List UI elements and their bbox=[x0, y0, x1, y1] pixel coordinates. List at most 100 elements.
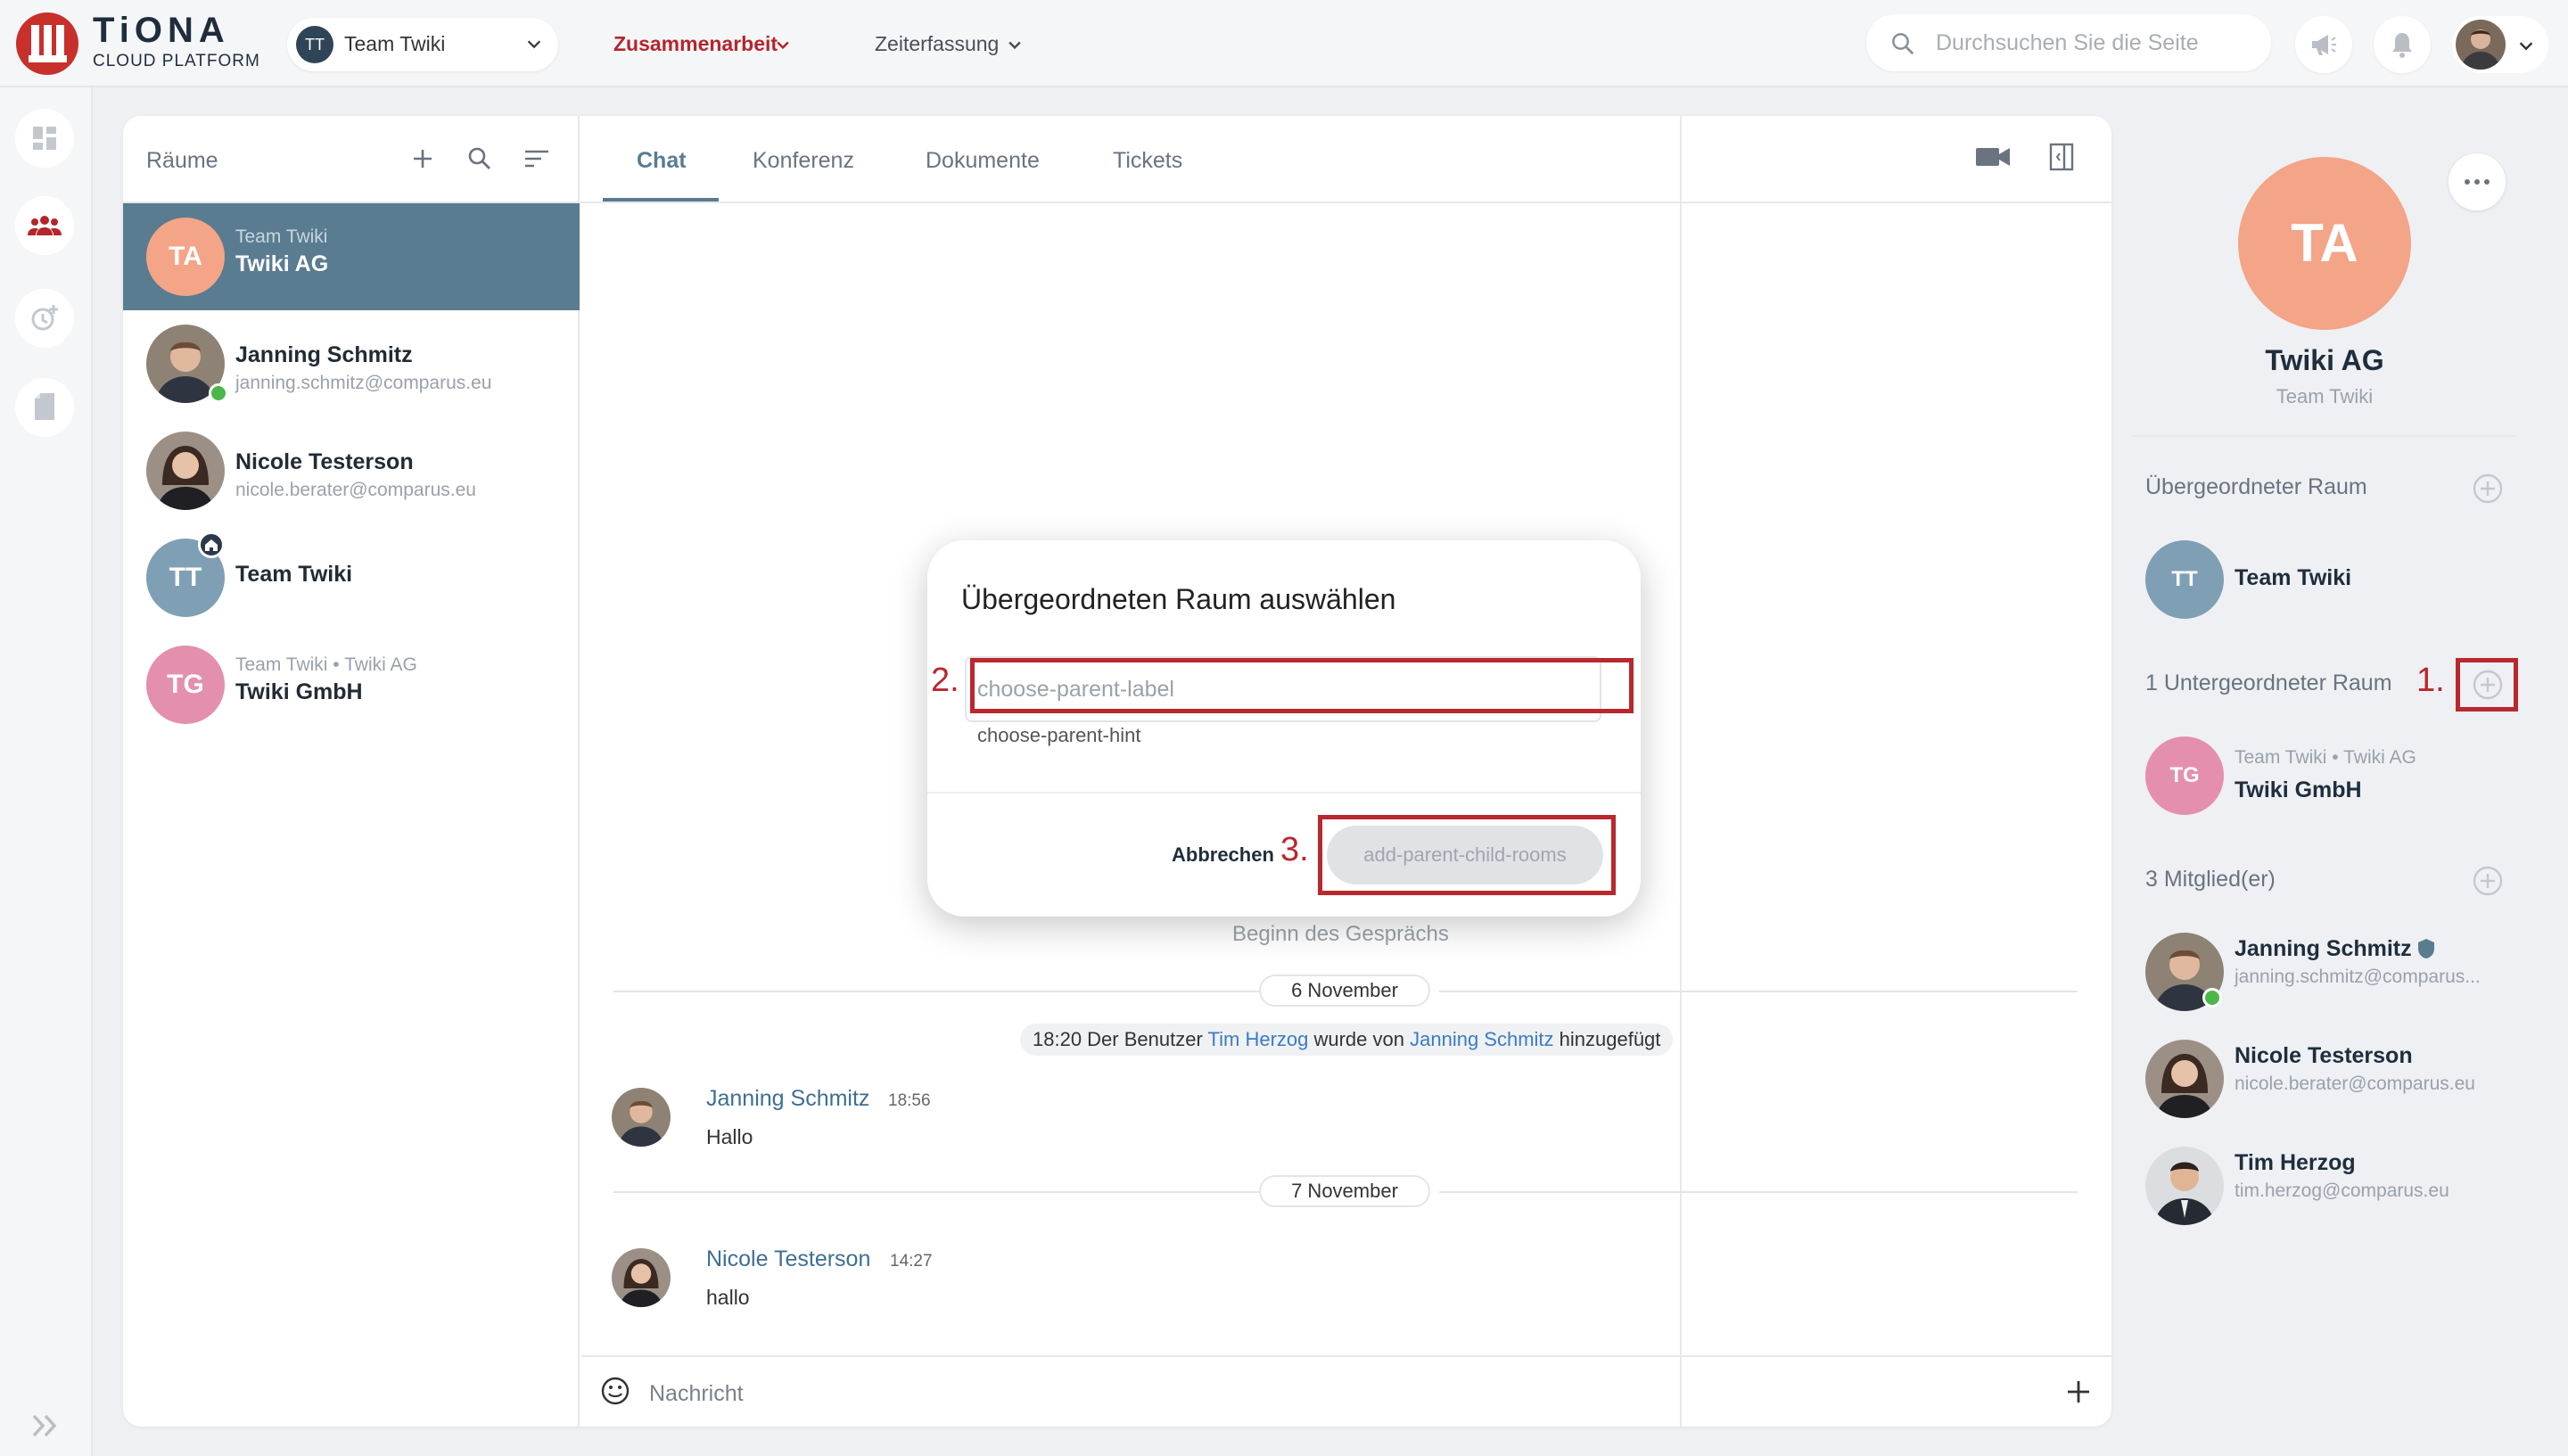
avatar bbox=[2145, 1040, 2224, 1118]
rail-documents[interactable] bbox=[15, 378, 74, 437]
room-email: janning.schmitz@comparus.eu bbox=[235, 373, 492, 393]
message-text: hallo bbox=[706, 1286, 750, 1309]
annotation-number: 1. bbox=[2416, 662, 2445, 699]
tab-konferenz[interactable]: Konferenz bbox=[753, 148, 854, 174]
nav-zeiterfassung[interactable]: Zeiterfassung bbox=[875, 32, 999, 56]
rail-collaboration[interactable] bbox=[15, 196, 74, 255]
divider bbox=[927, 792, 1641, 794]
message-text: Hallo bbox=[706, 1125, 753, 1148]
avatar bbox=[146, 432, 225, 510]
add-circle-icon[interactable] bbox=[2472, 473, 2504, 505]
system-message: 18:20 Der Benutzer Tim Herzog wurde von … bbox=[1020, 1024, 1674, 1056]
room-name: Twiki GmbH bbox=[235, 679, 363, 704]
logo-title: TiONA bbox=[93, 11, 230, 50]
divider bbox=[2133, 435, 2516, 437]
announcement-button[interactable] bbox=[2295, 16, 2352, 73]
system-message-text: wurde von bbox=[1308, 1028, 1411, 1050]
child-room-section-title: 1 Untergeordneter Raum bbox=[2145, 670, 2392, 695]
member-name[interactable]: Janning Schmitz bbox=[2235, 936, 2412, 962]
rail-dashboard[interactable] bbox=[15, 109, 74, 168]
divider bbox=[581, 1355, 2111, 1357]
user-menu[interactable] bbox=[2452, 16, 2548, 73]
team-select-label: Team Twiki bbox=[344, 32, 446, 55]
chevron-down-icon bbox=[527, 40, 541, 49]
video-call-icon[interactable] bbox=[1974, 141, 2012, 173]
add-icon[interactable] bbox=[407, 143, 439, 175]
rooms-title: Räume bbox=[146, 148, 218, 173]
message-author[interactable]: Nicole Testerson bbox=[706, 1246, 870, 1272]
parent-room-section-title: Übergeordneter Raum bbox=[2145, 474, 2367, 499]
add-icon[interactable] bbox=[2065, 1378, 2092, 1405]
tab-chat[interactable]: Chat bbox=[637, 148, 687, 174]
more-horizontal-icon bbox=[2465, 179, 2490, 185]
select-parent-dialog: Übergeordneten Raum auswählen 2. choose-… bbox=[927, 540, 1641, 917]
room-title: Twiki AG bbox=[2265, 344, 2384, 376]
logo-icon bbox=[16, 12, 78, 75]
home-icon bbox=[198, 531, 225, 558]
notifications-button[interactable] bbox=[2374, 16, 2431, 73]
message-input[interactable] bbox=[647, 1373, 1985, 1414]
divider bbox=[1680, 116, 1682, 1427]
logo-subtitle: CLOUD PLATFORM bbox=[93, 52, 260, 70]
chevron-down-icon bbox=[1008, 41, 1021, 50]
team-avatar: TT bbox=[296, 26, 333, 63]
child-room-team: Team Twiki • Twiki AG bbox=[2235, 747, 2416, 768]
room-item-janning-schmitz[interactable]: Janning Schmitz janning.schmitz@comparus… bbox=[123, 310, 580, 417]
cancel-button[interactable]: Abbrechen bbox=[1172, 843, 1274, 867]
members-section-title: 3 Mitglied(er) bbox=[2145, 867, 2276, 892]
tab-dokumente[interactable]: Dokumente bbox=[926, 148, 1040, 174]
chevron-down-icon bbox=[2519, 42, 2533, 51]
rooms-panel: Räume TA Team Twiki Twiki AG Janning Sch… bbox=[123, 116, 580, 1427]
date-pill: 7 November bbox=[1259, 1175, 1430, 1207]
annotation-number: 2. bbox=[931, 662, 959, 699]
user-link[interactable]: Tim Herzog bbox=[1208, 1028, 1309, 1050]
search-icon[interactable] bbox=[464, 143, 496, 175]
user-link[interactable]: Janning Schmitz bbox=[1410, 1028, 1553, 1050]
clock-add-icon bbox=[31, 305, 58, 331]
top-bar: TiONA CLOUD PLATFORM TT Team Twiki Zusam… bbox=[0, 0, 2568, 87]
team-select[interactable]: TT Team Twiki bbox=[287, 18, 558, 71]
member-name[interactable]: Nicole Testerson bbox=[2235, 1043, 2413, 1069]
tab-tickets[interactable]: Tickets bbox=[1113, 148, 1182, 174]
room-item-team-twiki[interactable]: TT Team Twiki bbox=[123, 524, 580, 631]
room-team: Team Twiki bbox=[2276, 385, 2374, 407]
room-item-twiki-gmbh[interactable]: TG Team Twiki • Twiki AG Twiki GmbH bbox=[123, 631, 580, 738]
side-panel-icon[interactable] bbox=[2045, 141, 2078, 173]
message-author[interactable]: Janning Schmitz bbox=[706, 1086, 869, 1112]
dialog-hint: choose-parent-hint bbox=[977, 724, 1141, 746]
add-circle-icon[interactable] bbox=[2472, 865, 2504, 897]
emoji-icon[interactable] bbox=[599, 1375, 631, 1407]
child-room-name[interactable]: Twiki GmbH bbox=[2235, 777, 2362, 803]
room-avatar: TT bbox=[2145, 540, 2224, 619]
more-options-button[interactable] bbox=[2449, 153, 2506, 210]
member-name[interactable]: Tim Herzog bbox=[2235, 1150, 2356, 1176]
double-chevron-right-icon[interactable] bbox=[30, 1412, 61, 1439]
room-item-nicole-testerson[interactable]: Nicole Testerson nicole.berater@comparus… bbox=[123, 417, 580, 524]
member-email: nicole.berater@comparus.eu bbox=[2235, 1073, 2475, 1094]
date-divider bbox=[613, 991, 1259, 992]
online-status-icon bbox=[209, 383, 228, 403]
bell-icon bbox=[2392, 33, 2412, 58]
room-item-twiki-ag[interactable]: TA Team Twiki Twiki AG bbox=[123, 203, 580, 310]
room-name: Nicole Testerson bbox=[235, 449, 414, 474]
room-team: Team Twiki • Twiki AG bbox=[235, 654, 417, 675]
add-parent-child-rooms-button[interactable]: add-parent-child-rooms bbox=[1327, 826, 1603, 884]
avatar bbox=[2145, 1147, 2224, 1225]
avatar bbox=[612, 1248, 671, 1307]
room-avatar-large: TA bbox=[2238, 157, 2411, 330]
system-message-text: 18:20 Der Benutzer bbox=[1033, 1028, 1208, 1050]
sort-icon[interactable] bbox=[521, 143, 553, 175]
dialog-title: Übergeordneten Raum auswählen bbox=[961, 583, 1396, 615]
parent-room-name[interactable]: Team Twiki bbox=[2235, 565, 2351, 591]
nav-zusammenarbeit[interactable]: Zusammenarbeit bbox=[613, 32, 778, 56]
add-circle-icon[interactable] bbox=[2472, 669, 2504, 701]
group-icon bbox=[28, 216, 62, 235]
room-email: nicole.berater@comparus.eu bbox=[235, 480, 476, 500]
room-team: Team Twiki bbox=[235, 226, 328, 247]
shield-icon bbox=[2418, 939, 2434, 958]
search-input[interactable] bbox=[1934, 23, 2255, 62]
rail-time-tracking[interactable] bbox=[15, 289, 74, 348]
search-box[interactable] bbox=[1866, 14, 2271, 71]
avatar bbox=[612, 1088, 671, 1147]
date-divider bbox=[1439, 1191, 2078, 1193]
